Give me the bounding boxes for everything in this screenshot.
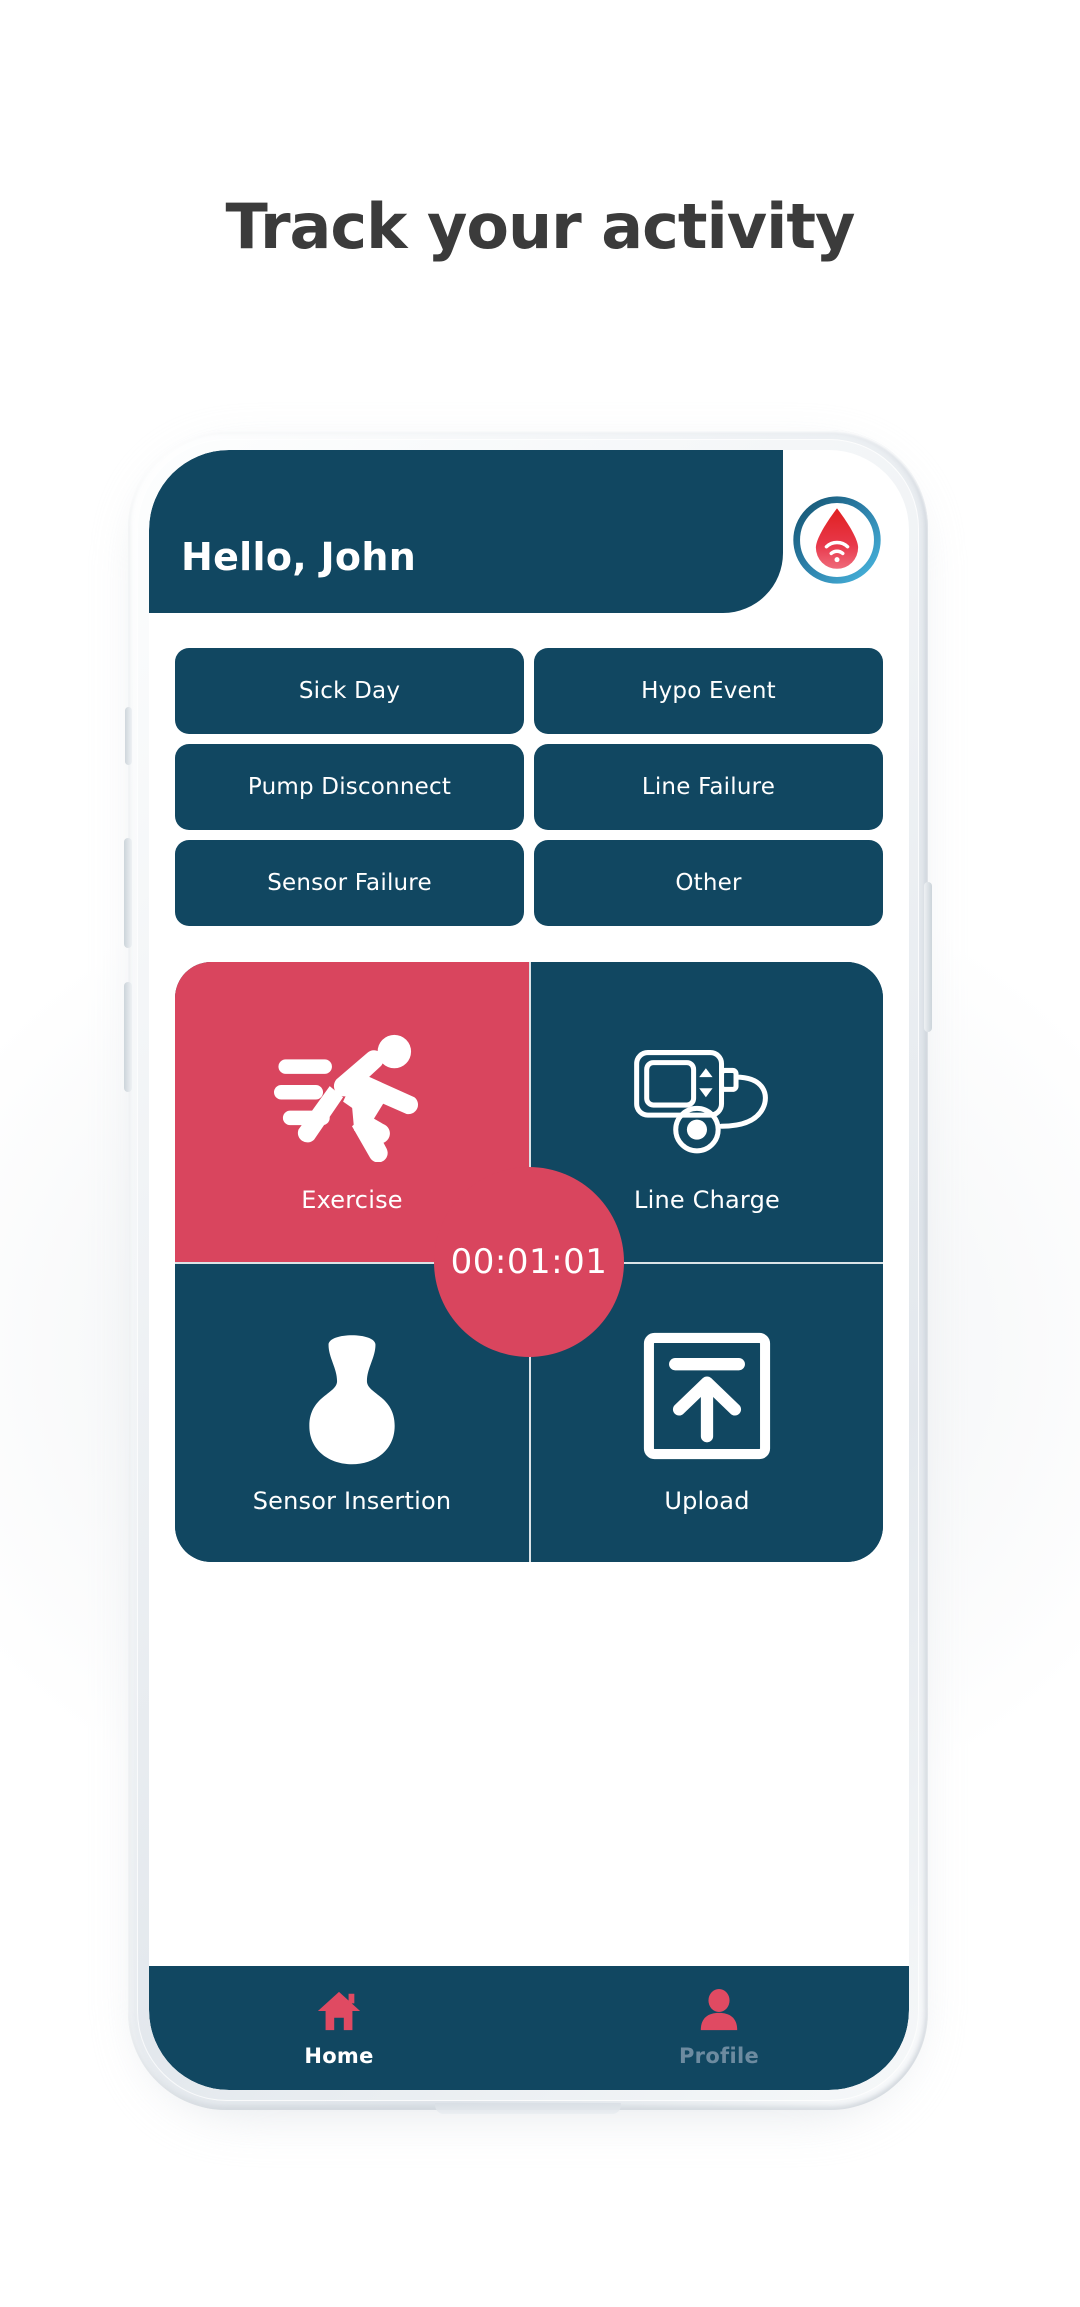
page-title: Track your activity [225, 190, 856, 263]
event-button-other[interactable]: Other [534, 840, 883, 926]
nav-item-home[interactable]: Home [149, 1966, 529, 2090]
upload-arrow-icon [640, 1311, 774, 1481]
insulin-pump-icon [623, 1010, 791, 1180]
activity-tile-label: Exercise [301, 1186, 403, 1214]
exercise-timer-badge[interactable]: 00:01:01 [434, 1167, 624, 1357]
activity-tile-label: Upload [664, 1487, 750, 1515]
event-button-hypo-event[interactable]: Hypo Event [534, 648, 883, 734]
blood-drop-wifi-logo-icon[interactable] [789, 492, 885, 588]
event-button-label: Line Failure [641, 774, 776, 800]
phone-screen: Hello, John Sick Day Hypo Event Pump Dis… [149, 450, 909, 2090]
event-button-label: Pump Disconnect [247, 774, 452, 800]
home-icon [316, 1988, 362, 2038]
page-root: Track your activity Hello, John Sick Day… [0, 0, 1080, 2307]
running-person-icon [274, 1010, 430, 1180]
nav-item-profile[interactable]: Profile [529, 1966, 909, 2090]
activity-tile-label: Sensor Insertion [252, 1487, 452, 1515]
device-bottom-notch [435, 2103, 621, 2114]
sensor-applicator-icon [288, 1311, 416, 1481]
event-button-label: Sensor Failure [267, 870, 432, 896]
power-button[interactable] [924, 882, 932, 1032]
timer-value: 00:01:01 [450, 1242, 608, 1282]
activity-tile-grid: Exercise Line Charge Sensor Insertion Up… [175, 962, 883, 1562]
volume-down-button[interactable] [124, 982, 132, 1092]
event-button-label: Other [675, 870, 742, 896]
event-button-grid: Sick Day Hypo Event Pump Disconnect Line… [175, 648, 883, 926]
event-button-label: Hypo Event [641, 678, 776, 704]
app-header: Hello, John [149, 450, 783, 613]
nav-item-label: Home [304, 2044, 374, 2068]
event-button-line-failure[interactable]: Line Failure [534, 744, 883, 830]
person-icon [696, 1988, 742, 2038]
greeting-text: Hello, John [181, 535, 417, 579]
bottom-navigation-bar: Home Profile [149, 1966, 909, 2090]
event-button-pump-disconnect[interactable]: Pump Disconnect [175, 744, 524, 830]
event-button-label: Sick Day [298, 678, 401, 704]
event-button-sensor-failure[interactable]: Sensor Failure [175, 840, 524, 926]
activity-tile-label: Line Charge [634, 1186, 780, 1214]
silence-switch[interactable] [125, 707, 132, 765]
event-button-sick-day[interactable]: Sick Day [175, 648, 524, 734]
phone-mockup: Hello, John Sick Day Hypo Event Pump Dis… [124, 430, 932, 2115]
volume-up-button[interactable] [124, 838, 132, 948]
nav-item-label: Profile [678, 2044, 760, 2068]
